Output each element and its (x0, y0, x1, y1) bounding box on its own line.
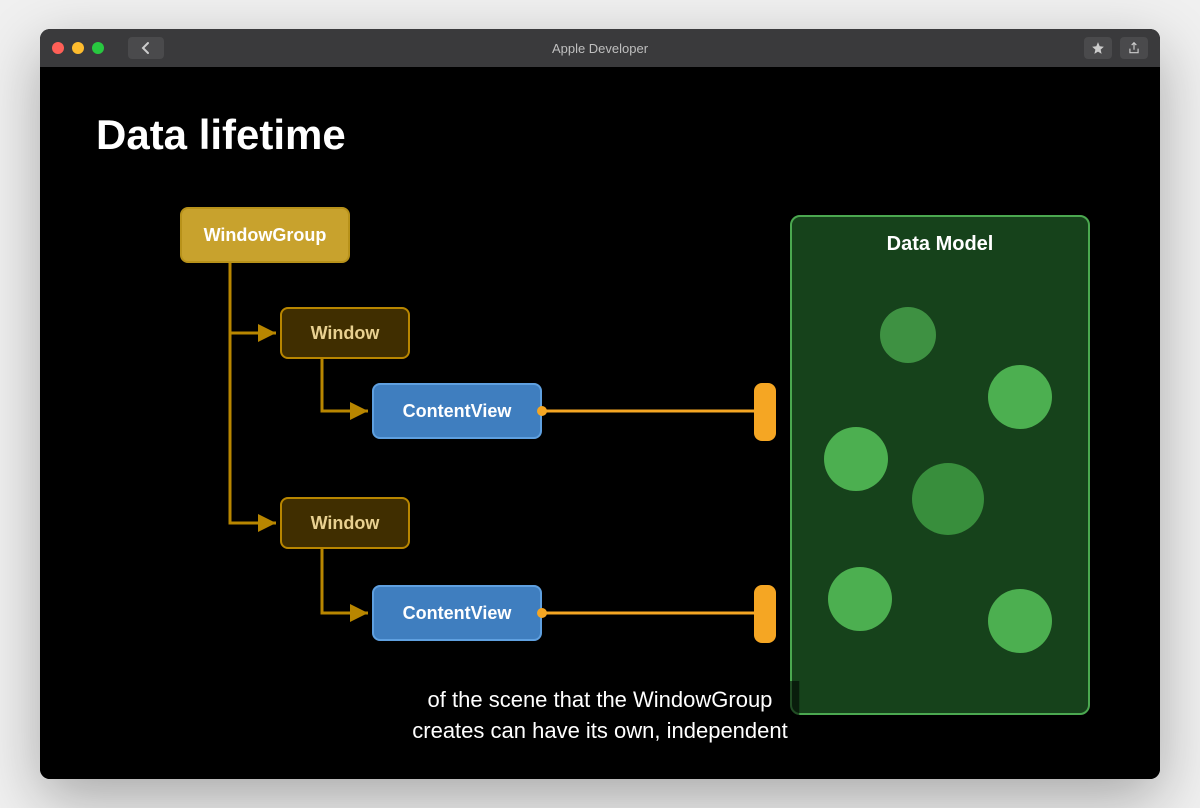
traffic-lights (52, 42, 104, 54)
close-icon[interactable] (52, 42, 64, 54)
favorite-button[interactable] (1084, 37, 1112, 59)
node-label: Data Model (887, 233, 994, 256)
node-label: WindowGroup (204, 225, 327, 246)
node-label: Window (311, 323, 380, 344)
node-label: Window (311, 513, 380, 534)
titlebar: Apple Developer (40, 29, 1160, 67)
maximize-icon[interactable] (92, 42, 104, 54)
app-window: Apple Developer Data lifetime (40, 29, 1160, 779)
chevron-left-icon (141, 41, 151, 55)
video-caption: of the scene that the WindowGroup create… (400, 681, 799, 751)
node-contentview-1: ContentView (372, 383, 542, 439)
connector-cap-icon (754, 383, 776, 441)
share-button[interactable] (1120, 37, 1148, 59)
connector-dot-icon (537, 608, 547, 618)
diagram: WindowGroup Window Window ContentView Co… (180, 207, 1120, 727)
node-label: ContentView (403, 401, 512, 422)
back-button[interactable] (128, 37, 164, 59)
data-dot-icon (912, 463, 984, 535)
window-title: Apple Developer (552, 41, 648, 56)
node-label: ContentView (403, 603, 512, 624)
caption-line2: creates can have its own, independent (412, 718, 787, 743)
connector-dot-icon (537, 406, 547, 416)
node-window-2: Window (280, 497, 410, 549)
node-window-1: Window (280, 307, 410, 359)
toolbar-right (1084, 37, 1148, 59)
slide-content: Data lifetime (40, 67, 1160, 779)
data-dot-icon (824, 427, 888, 491)
data-dot-icon (988, 589, 1052, 653)
data-dot-icon (988, 365, 1052, 429)
share-icon (1127, 41, 1141, 55)
minimize-icon[interactable] (72, 42, 84, 54)
data-dot-icon (828, 567, 892, 631)
connector-cap-icon (754, 585, 776, 643)
caption-line1: of the scene that the WindowGroup (428, 687, 773, 712)
star-icon (1091, 41, 1105, 55)
node-contentview-2: ContentView (372, 585, 542, 641)
data-dot-icon (880, 307, 936, 363)
slide-title: Data lifetime (96, 111, 346, 159)
node-windowgroup: WindowGroup (180, 207, 350, 263)
